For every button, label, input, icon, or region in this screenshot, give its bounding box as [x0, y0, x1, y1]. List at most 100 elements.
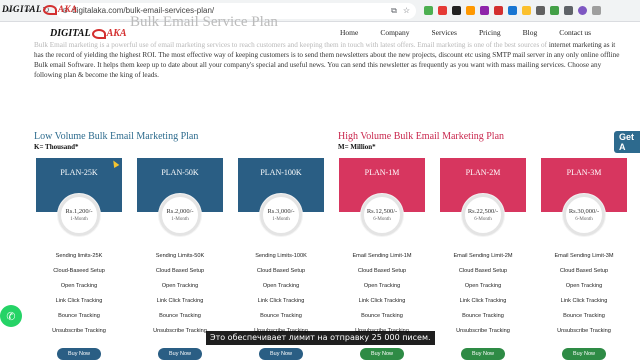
feature-list: Sending limits-25K Cloud-Baseed Setup Op…: [36, 249, 122, 339]
feature-item: Link Click Tracking: [257, 298, 305, 304]
plan-price: Rs.2,000/-: [166, 208, 194, 215]
intro-faded-text: Bulk Email marketing is a powerful use o…: [34, 41, 548, 49]
bookmark-star-icon[interactable]: ☆: [403, 6, 410, 16]
logo-text: AKA: [106, 28, 127, 39]
buy-now-button[interactable]: Buy Now: [158, 348, 202, 360]
feature-item: Open Tracking: [464, 283, 502, 289]
plan-price: Rs.30,000/-: [568, 208, 600, 215]
feature-item: Link Click Tracking: [358, 298, 406, 304]
logo-swirl-icon: [91, 28, 106, 39]
feature-item: Bounce Tracking: [462, 313, 504, 319]
feature-item: Link Click Tracking: [459, 298, 507, 304]
feature-list: Sending Limits-100K Cloud Based Setup Op…: [238, 249, 324, 339]
feature-item: Cloud Based Setup: [357, 268, 407, 274]
extension-icon[interactable]: [452, 6, 461, 15]
extension-icon[interactable]: [438, 6, 447, 15]
feature-item: Link Click Tracking: [156, 298, 204, 304]
plan-period: 1-Month: [272, 217, 290, 222]
intro-paragraph: Bulk Email marketing is a powerful use o…: [34, 40, 626, 80]
channel-logo: DIGITAL AKA: [2, 4, 78, 15]
feature-item: Cloud Based Setup: [155, 268, 205, 274]
feature-item: Unsubscribe Tracking: [557, 328, 611, 334]
logo-text: DIGITAL: [2, 4, 43, 14]
feature-item: Email Sending Limit-1M: [352, 253, 412, 259]
get-a-quote-button[interactable]: Get A: [614, 131, 640, 153]
extension-icon[interactable]: [466, 6, 475, 15]
plan-price: Rs.1,200/-: [65, 208, 93, 215]
feature-item: Open Tracking: [565, 283, 603, 289]
feature-item: Open Tracking: [60, 283, 98, 289]
feature-list: Email Sending Limit-1M Cloud Based Setup…: [339, 249, 425, 339]
plan-card-50k: PLAN-50K Rs.2,000/- 1-Month Sending Limi…: [137, 158, 223, 360]
nav-pricing[interactable]: Pricing: [479, 28, 501, 37]
extension-icon[interactable]: [536, 6, 545, 15]
extension-icon[interactable]: [424, 6, 433, 15]
feature-item: Bounce Tracking: [159, 313, 201, 319]
page-title: Bulk Email Service Plan: [130, 14, 278, 30]
nav-company[interactable]: Company: [380, 28, 409, 37]
feature-item: Sending Limits-50K: [155, 253, 205, 259]
feature-item: Email Sending Limit-2M: [453, 253, 513, 259]
feature-item: Sending limits-25K: [55, 253, 103, 259]
feature-item: Link Click Tracking: [55, 298, 103, 304]
extensions-bar: [424, 6, 601, 15]
extension-icon[interactable]: [480, 6, 489, 15]
plan-card-1m: PLAN-1M Rs.12,500/- 6-Month Email Sendin…: [339, 158, 425, 360]
high-volume-unit: M= Million*: [338, 143, 376, 151]
nav-services[interactable]: Services: [432, 28, 457, 37]
feature-item: Cloud Based Setup: [458, 268, 508, 274]
price-circle: Rs.3,000/- 1-Month: [260, 194, 302, 236]
price-circle: Rs.12,500/- 6-Month: [361, 194, 403, 236]
extension-icon[interactable]: [508, 6, 517, 15]
extension-icon[interactable]: [522, 6, 531, 15]
price-circle: Rs.22,500/- 6-Month: [462, 194, 504, 236]
feature-item: Cloud Based Setup: [559, 268, 609, 274]
logo-swirl-icon: [43, 4, 58, 15]
plan-period: 1-Month: [70, 217, 88, 222]
buy-now-button[interactable]: Buy Now: [360, 348, 404, 360]
extension-icon[interactable]: [494, 6, 503, 15]
feature-item: Bounce Tracking: [563, 313, 605, 319]
feature-item: Open Tracking: [161, 283, 199, 289]
feature-item: Sending Limits-100K: [255, 253, 307, 259]
nav-contact[interactable]: Contact us: [559, 28, 591, 37]
feature-item: Unsubscribe Tracking: [52, 328, 106, 334]
nav-home[interactable]: Home: [340, 28, 358, 37]
feature-list: Email Sending Limit-3M Cloud Based Setup…: [541, 249, 627, 339]
feature-list: Sending Limits-50K Cloud Based Setup Ope…: [137, 249, 223, 339]
feature-item: Bounce Tracking: [260, 313, 302, 319]
profile-avatar[interactable]: [578, 6, 587, 15]
price-circle: Rs.30,000/- 6-Month: [563, 194, 605, 236]
plan-period: 1-Month: [171, 217, 189, 222]
extension-icon[interactable]: [550, 6, 559, 15]
buy-now-button[interactable]: Buy Now: [562, 348, 606, 360]
share-icon[interactable]: ⧉: [391, 6, 397, 16]
whatsapp-icon[interactable]: ✆: [0, 305, 22, 327]
feature-item: Cloud Based Setup: [256, 268, 306, 274]
plan-price: Rs.22,500/-: [467, 208, 499, 215]
plan-period: 6-Month: [474, 217, 492, 222]
feature-list: Email Sending Limit-2M Cloud Based Setup…: [440, 249, 526, 339]
feature-item: Cloud-Baseed Setup: [53, 268, 105, 274]
low-volume-title: Low Volume Bulk Email Marketing Plan: [34, 131, 199, 142]
menu-icon[interactable]: [592, 6, 601, 15]
plan-price: Rs.12,500/-: [366, 208, 398, 215]
feature-item: Bounce Tracking: [361, 313, 403, 319]
site-navigation: Home Company Services Pricing Blog Conta…: [340, 28, 591, 37]
puzzle-icon[interactable]: [564, 6, 573, 15]
buy-now-button[interactable]: Buy Now: [461, 348, 505, 360]
plan-card-100k: PLAN-100K Rs.3,000/- 1-Month Sending Lim…: [238, 158, 324, 360]
plan-price: Rs.3,000/-: [267, 208, 295, 215]
video-subtitle: Это обеспечивает лимит на отправку 25 00…: [206, 331, 435, 345]
nav-blog[interactable]: Blog: [523, 28, 538, 37]
plan-card-2m: PLAN-2M Rs.22,500/- 6-Month Email Sendin…: [440, 158, 526, 360]
logo-text: AKA: [58, 4, 78, 14]
feature-item: Open Tracking: [262, 283, 300, 289]
buy-now-button[interactable]: Buy Now: [259, 348, 303, 360]
logo-text: DIGITAL: [50, 28, 91, 39]
buy-now-button[interactable]: Buy Now: [57, 348, 101, 360]
plan-card-3m: PLAN-3M Rs.30,000/- 6-Month Email Sendin…: [541, 158, 627, 360]
site-logo[interactable]: DIGITAL AKA: [50, 28, 127, 39]
plan-period: 6-Month: [373, 217, 391, 222]
plan-card-25k: PLAN-25K Rs.1,200/- 1-Month Sending limi…: [36, 158, 122, 360]
